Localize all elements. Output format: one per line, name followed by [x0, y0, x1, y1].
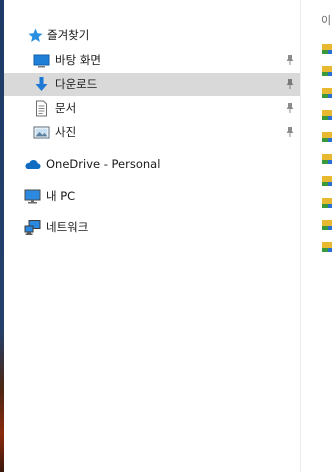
monitor-icon [24, 189, 41, 204]
desktop-icon [33, 54, 50, 68]
nav-item-label: 바탕 화면 [55, 53, 101, 67]
pin-icon[interactable] [285, 78, 295, 90]
picture-icon [33, 126, 50, 139]
download-icon [35, 77, 48, 91]
pin-icon[interactable] [285, 102, 295, 114]
folder-file-icon[interactable] [322, 66, 332, 76]
nav-item-label: 내 PC [46, 189, 76, 203]
nav-item-documents[interactable]: 문서 [4, 97, 300, 120]
navigation-pane[interactable]: 즐겨찾기 바탕 화면 다운로드 문서 사진 OneDrive - Persona… [4, 0, 300, 472]
quick-access-label: 즐겨찾기 [47, 28, 90, 42]
folder-file-icon[interactable] [322, 132, 332, 142]
nav-item-label: 네트워크 [46, 220, 89, 234]
nav-item-label: 사진 [55, 125, 77, 139]
nav-item-label: OneDrive - Personal [46, 157, 161, 171]
nav-item-this-pc[interactable]: 내 PC [4, 185, 300, 208]
folder-file-icon[interactable] [322, 88, 332, 98]
file-list-pane[interactable]: 이 [301, 0, 332, 472]
star-icon [28, 28, 43, 42]
folder-file-icon[interactable] [322, 198, 332, 208]
folder-file-icon[interactable] [322, 220, 332, 230]
column-header-name[interactable]: 이 [321, 12, 331, 28]
nav-item-downloads[interactable]: 다운로드 [4, 73, 300, 96]
network-icon [24, 220, 41, 235]
cloud-icon [25, 160, 41, 169]
folder-file-icon[interactable] [322, 176, 332, 186]
folder-file-icon[interactable] [322, 44, 332, 54]
folder-file-icon[interactable] [322, 110, 332, 120]
pin-icon[interactable] [285, 54, 295, 66]
nav-item-desktop[interactable]: 바탕 화면 [4, 49, 300, 72]
nav-item-label: 다운로드 [55, 77, 98, 91]
nav-item-onedrive[interactable]: OneDrive - Personal [4, 153, 300, 176]
quick-access-header[interactable]: 즐겨찾기 [4, 24, 300, 47]
nav-item-label: 문서 [55, 101, 77, 115]
nav-item-pictures[interactable]: 사진 [4, 121, 300, 144]
nav-item-network[interactable]: 네트워크 [4, 216, 300, 239]
pin-icon[interactable] [285, 126, 295, 138]
folder-file-icon[interactable] [322, 242, 332, 252]
document-icon [36, 100, 47, 117]
folder-file-icon[interactable] [322, 154, 332, 164]
